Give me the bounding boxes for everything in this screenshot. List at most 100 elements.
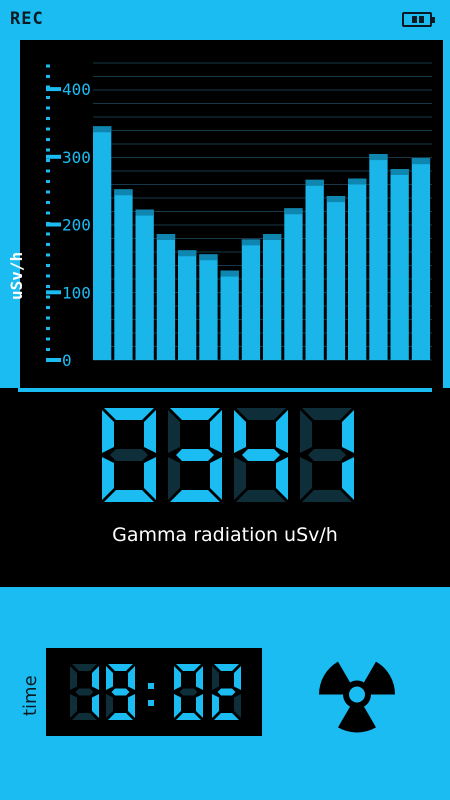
scale-tick [46, 180, 50, 183]
segment-digit [70, 664, 99, 720]
chart-bar-cap [93, 126, 112, 133]
scale-tick [46, 337, 50, 341]
segment [108, 713, 133, 720]
segment [234, 410, 246, 453]
segment [102, 410, 114, 453]
segment [92, 666, 99, 690]
scale-tick [46, 106, 50, 110]
segment [70, 694, 77, 718]
chart-bar-cap [241, 239, 261, 246]
segment [174, 694, 181, 718]
segment [196, 666, 203, 690]
scale-tick [46, 316, 50, 320]
chart-bar [241, 239, 261, 360]
scale-tick [46, 348, 50, 351]
segment [342, 457, 354, 500]
segment [276, 410, 288, 453]
dose-rate-display [102, 408, 354, 502]
chart-bar-cap [326, 196, 346, 203]
segment [300, 457, 312, 500]
y-tick-label: 100 [62, 283, 91, 302]
scale-tick [46, 159, 50, 162]
chart-bar-cap [284, 208, 303, 215]
segment [302, 408, 352, 420]
segment [104, 490, 154, 502]
segment [236, 490, 286, 502]
segment-digit [212, 664, 241, 720]
segment [276, 457, 288, 500]
chart-bar [284, 208, 303, 360]
chart-bar-cap [411, 158, 431, 165]
segment [212, 666, 219, 690]
segment-digit [174, 664, 203, 720]
y-tick-label: 300 [62, 148, 91, 167]
scale-tick [46, 117, 50, 120]
scale-tick [46, 243, 50, 246]
segment-digit [168, 408, 222, 502]
scale-tick [46, 327, 50, 330]
scale-tick [46, 264, 50, 267]
segment [176, 664, 201, 671]
chart-bar-cap [156, 234, 176, 240]
segment [300, 410, 312, 453]
segment [108, 664, 133, 671]
chart-bar [199, 254, 218, 360]
scale-tick [46, 190, 50, 194]
segment [72, 713, 97, 720]
major-tick [46, 358, 61, 362]
segment [342, 410, 354, 453]
segment [242, 449, 280, 461]
chart-bar [135, 209, 154, 360]
chart-bar-cap [305, 179, 324, 186]
chart-bar-cap [135, 209, 154, 216]
segment [210, 457, 222, 500]
y-tick-label: 400 [62, 80, 91, 99]
segment [214, 664, 239, 671]
segment [210, 410, 222, 453]
chart-bar-cap [114, 189, 133, 196]
chart-bar [93, 126, 112, 360]
chart-bar-cap [263, 234, 282, 240]
segment [214, 713, 239, 720]
time-panel-edge [444, 587, 450, 800]
scale-tick [46, 232, 50, 236]
segment [102, 457, 114, 500]
app-screen: REC 0 100 200 300 400 uSv/h Gamma radiation … [0, 0, 450, 800]
scale-tick [46, 64, 50, 68]
segment [236, 408, 286, 420]
reading-caption: Gamma radiation uSv/h [112, 524, 338, 546]
radiation-history-chart: 0 100 200 300 400 [18, 62, 432, 392]
scale-tick [46, 295, 50, 299]
major-tick [46, 87, 61, 92]
chart-bar-cap [220, 270, 239, 277]
segment [168, 410, 180, 453]
segment [234, 457, 246, 500]
scale-tick [46, 274, 50, 278]
scale-tick [46, 201, 50, 204]
chart-bar [156, 234, 176, 360]
major-tick [46, 222, 61, 227]
segment [144, 457, 156, 500]
chart-bar-cap [178, 250, 197, 257]
chart-bar [220, 270, 239, 360]
clock-display [46, 648, 262, 736]
segment [168, 457, 180, 500]
scale-tick [46, 75, 50, 78]
scale-tick [46, 148, 50, 152]
chart-bar [369, 154, 388, 360]
radiation-hazard-icon[interactable] [307, 648, 407, 748]
segment [128, 694, 135, 718]
y-axis-label: uSv/h [7, 251, 26, 300]
chart-bar-cap [369, 154, 388, 161]
segment [174, 666, 181, 690]
segment [144, 410, 156, 453]
segment-digit [106, 664, 135, 720]
scale-tick [46, 138, 50, 141]
chart-bar-cap [390, 169, 409, 175]
chart-bar [263, 234, 282, 360]
chart-bar [114, 189, 133, 360]
chart-bar-cap [348, 178, 367, 185]
segment [106, 666, 113, 690]
segment [196, 694, 203, 718]
segment [110, 449, 148, 461]
